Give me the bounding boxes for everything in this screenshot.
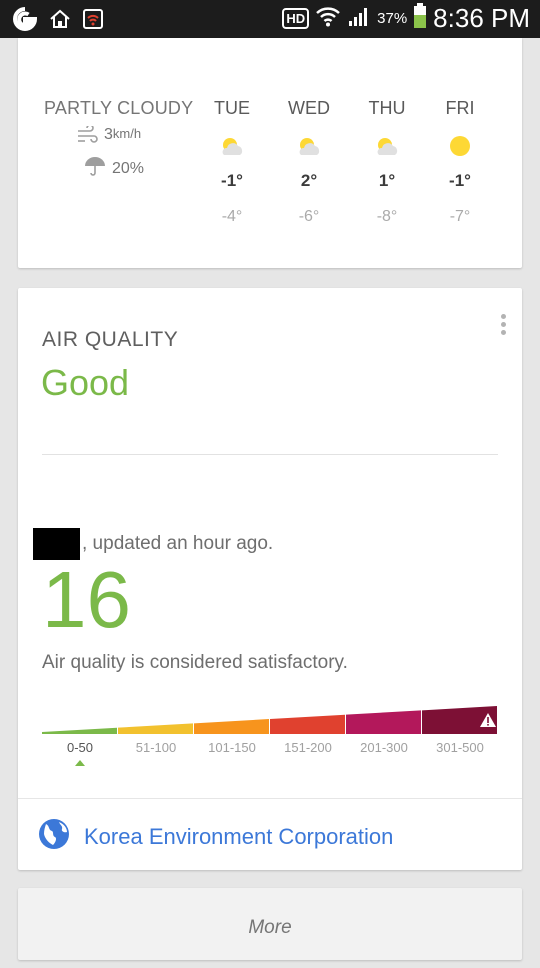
air-quality-title: AIR QUALITY <box>42 328 179 351</box>
weather-card[interactable]: PARTLY CLOUDY 3km/h 20% TUE -1° -4° WED … <box>18 38 522 268</box>
aqi-scale-labels: 0-50 51-100 101-150 151-200 201-300 301-500 <box>42 740 498 758</box>
battery-percent: 37% <box>377 10 408 27</box>
precipitation-info: 20% <box>84 156 144 181</box>
day-name: WED <box>288 98 330 118</box>
day-name: TUE <box>214 98 250 118</box>
partly-cloudy-icon <box>279 131 339 161</box>
forecast-day: TUE -1° -4° <box>202 98 262 226</box>
wind-value: 3 <box>104 126 113 143</box>
signal-icon <box>347 5 371 32</box>
clock: 8:36 PM <box>433 3 530 33</box>
hd-voice-badge: HD <box>282 8 310 29</box>
day-name: THU <box>368 98 406 118</box>
air-quality-status: Good <box>41 362 130 403</box>
aqi-scale-segment <box>118 723 193 734</box>
sun-icon <box>430 131 490 161</box>
weather-condition: PARTLY CLOUDY <box>44 98 194 118</box>
aqi-value: 16 <box>42 555 131 644</box>
source-name: Korea Environment Corporation <box>84 823 394 849</box>
aqi-scale-label: 151-200 <box>284 740 332 755</box>
forecast-day: FRI -1° -7° <box>430 98 490 226</box>
aqi-scale-label: 301-500 <box>436 740 484 755</box>
more-label: More <box>248 917 292 938</box>
partly-cloudy-icon <box>202 131 262 161</box>
aqi-scale-label: 201-300 <box>360 740 408 755</box>
status-bar: HD 37% 8:36 PM <box>0 0 540 38</box>
precipitation-value: 20% <box>112 159 145 177</box>
home-icon <box>48 8 72 35</box>
wind-info: 3km/h <box>76 124 142 149</box>
aqi-scale-label: 101-150 <box>208 740 256 755</box>
aqi-scale-label: 0-50 <box>66 740 94 755</box>
aqi-scale-label: 51-100 <box>135 740 177 755</box>
day-name: FRI <box>445 98 475 118</box>
air-quality-card[interactable]: AIR QUALITY Good , updated an hour ago. … <box>18 288 522 870</box>
battery-icon <box>413 3 427 34</box>
divider <box>18 798 522 799</box>
more-options-icon[interactable] <box>501 314 507 338</box>
low-temp: -6° <box>298 208 320 225</box>
more-button[interactable]: More <box>18 888 522 960</box>
aqi-scale-segment <box>42 727 117 734</box>
update-text: , updated an hour ago. <box>82 533 274 554</box>
high-temp: -1° <box>449 171 471 190</box>
aqi-scale-segment <box>270 714 345 734</box>
low-temp: -8° <box>376 208 398 225</box>
wifi-icon <box>315 4 341 33</box>
low-temp: -4° <box>221 208 243 225</box>
divider <box>42 454 498 455</box>
aqi-description: Air quality is considered satisfactory. <box>42 652 348 673</box>
aqi-scale-segment <box>194 719 269 734</box>
aqi-scale-bar <box>42 706 497 734</box>
umbrella-icon <box>84 156 106 181</box>
partly-cloudy-icon <box>357 131 417 161</box>
high-temp: 2° <box>300 171 318 190</box>
wind-icon <box>76 124 98 149</box>
low-temp: -7° <box>449 208 471 225</box>
high-temp: 1° <box>378 171 396 190</box>
wind-unit: km/h <box>112 126 142 141</box>
current-range-marker <box>75 760 85 766</box>
app-g-icon <box>12 6 38 37</box>
wifi-hotspot-icon <box>82 8 104 35</box>
source-link[interactable]: Korea Environment Corporation <box>38 818 393 855</box>
high-temp: -1° <box>221 171 243 190</box>
aqi-scale-segment <box>346 710 421 734</box>
forecast-day: THU 1° -8° <box>357 98 417 226</box>
forecast-day: WED 2° -6° <box>279 98 339 226</box>
globe-icon <box>38 818 70 855</box>
